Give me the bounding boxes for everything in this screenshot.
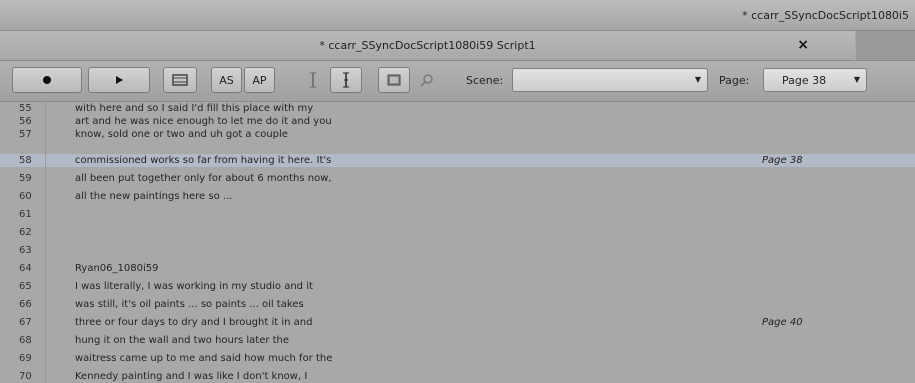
line-text: with here and so I said I'd fill this pl… bbox=[75, 103, 314, 114]
window-title: * ccarr_SSyncDocScript1080i59 Script1 bbox=[319, 39, 536, 52]
page-marker: Page 40 bbox=[762, 317, 803, 328]
line-number-gutter-divider bbox=[45, 102, 46, 383]
line-text: commissioned works so far from having it… bbox=[75, 155, 332, 166]
line-text: three or four days to dry and I brought … bbox=[75, 317, 313, 328]
script-line[interactable]: 69 waitress came up to me and said how m… bbox=[0, 352, 915, 365]
text-cursor-icon bbox=[310, 72, 316, 88]
titlebar-empty-region bbox=[856, 31, 915, 61]
line-number: 65 bbox=[19, 281, 32, 292]
frame-icon bbox=[387, 74, 401, 86]
search-icon bbox=[420, 74, 433, 87]
line-number: 67 bbox=[19, 317, 32, 328]
script-line[interactable]: 62 bbox=[0, 226, 915, 239]
sync-cursor-icon bbox=[343, 72, 349, 88]
line-text: was still, it's oil paints ... so paints… bbox=[75, 299, 304, 310]
play-icon bbox=[116, 76, 123, 84]
line-number: 58 bbox=[19, 155, 32, 166]
cursor-tool-button[interactable] bbox=[298, 67, 328, 93]
close-button[interactable]: × bbox=[797, 37, 809, 53]
line-number: 64 bbox=[19, 263, 32, 274]
script-line[interactable]: 59 all been put together only for about … bbox=[0, 172, 915, 185]
line-text: all the new paintings here so ... bbox=[75, 191, 233, 202]
line-number: 59 bbox=[19, 173, 32, 184]
line-number: 63 bbox=[19, 245, 32, 256]
document-tab-strip: * ccarr_SSyncDocScript1080i5 bbox=[0, 0, 915, 31]
scene-label: Scene: bbox=[466, 74, 504, 87]
line-number: 57 bbox=[19, 129, 32, 140]
script-line[interactable]: 68 hung it on the wall and two hours lat… bbox=[0, 334, 915, 347]
script-line-highlighted[interactable]: 58 commissioned works so far from having… bbox=[0, 154, 915, 167]
record-button[interactable] bbox=[12, 67, 82, 93]
line-text: Kennedy painting and I was like I don't … bbox=[75, 371, 308, 382]
thumbnail-view-button[interactable] bbox=[378, 67, 410, 93]
script-view-button[interactable] bbox=[163, 67, 197, 93]
line-number: 66 bbox=[19, 299, 32, 310]
ap-button[interactable]: AP bbox=[244, 67, 275, 93]
line-number: 55 bbox=[19, 103, 32, 114]
page-marker: Page 38 bbox=[762, 155, 803, 166]
find-button[interactable] bbox=[412, 67, 442, 93]
script-line[interactable]: 65 I was literally, I was working in my … bbox=[0, 280, 915, 293]
play-button[interactable] bbox=[88, 67, 150, 93]
script-line[interactable]: 61 bbox=[0, 208, 915, 221]
script-line[interactable]: 66 was still, it's oil paints ... so pai… bbox=[0, 298, 915, 311]
as-button[interactable]: AS bbox=[211, 67, 242, 93]
page-dropdown[interactable]: Page 38 ▼ bbox=[763, 68, 867, 92]
page-label: Page: bbox=[719, 74, 750, 87]
script-line[interactable]: 67 three or four days to dry and I broug… bbox=[0, 316, 915, 329]
film-strip-icon bbox=[172, 74, 188, 86]
script-line[interactable]: 64 Ryan06_1080i59 bbox=[0, 262, 915, 275]
scene-dropdown[interactable]: ▼ bbox=[512, 68, 708, 92]
line-text: Ryan06_1080i59 bbox=[75, 263, 159, 274]
script-line[interactable]: 60 all the new paintings here so ... bbox=[0, 190, 915, 203]
ap-label: AP bbox=[252, 73, 267, 87]
record-icon bbox=[43, 76, 51, 84]
script-line[interactable]: 63 bbox=[0, 244, 915, 257]
line-text: waitress came up to me and said how much… bbox=[75, 353, 333, 364]
line-number: 69 bbox=[19, 353, 32, 364]
script-line[interactable]: 70 Kennedy painting and I was like I don… bbox=[0, 370, 915, 383]
page-value: Page 38 bbox=[782, 74, 827, 87]
document-tab[interactable]: * ccarr_SSyncDocScript1080i5 bbox=[742, 9, 909, 22]
script-window-titlebar: * ccarr_SSyncDocScript1080i59 Script1 × bbox=[0, 31, 855, 61]
script-line[interactable]: 56 art and he was nice enough to let me … bbox=[0, 115, 915, 128]
chevron-down-icon: ▼ bbox=[694, 75, 701, 84]
script-toolbar: AS AP Scene: ▼ Page: Page 38 ▼ bbox=[0, 61, 915, 102]
script-text-area[interactable]: 55 with here and so I said I'd fill this… bbox=[0, 102, 915, 383]
line-number: 56 bbox=[19, 116, 32, 127]
as-label: AS bbox=[219, 73, 234, 87]
sync-cursor-button[interactable] bbox=[330, 67, 362, 93]
line-number: 61 bbox=[19, 209, 32, 220]
line-text: I was literally, I was working in my stu… bbox=[75, 281, 313, 292]
line-number: 62 bbox=[19, 227, 32, 238]
line-number: 70 bbox=[19, 371, 32, 382]
line-text: know, sold one or two and uh got a coupl… bbox=[75, 129, 288, 140]
chevron-down-icon: ▼ bbox=[853, 75, 860, 84]
script-line[interactable]: 55 with here and so I said I'd fill this… bbox=[0, 102, 915, 115]
script-line[interactable]: 57 know, sold one or two and uh got a co… bbox=[0, 128, 915, 141]
line-text: all been put together only for about 6 m… bbox=[75, 173, 332, 184]
line-number: 60 bbox=[19, 191, 32, 202]
line-number: 68 bbox=[19, 335, 32, 346]
line-text: hung it on the wall and two hours later … bbox=[75, 335, 290, 346]
line-text: art and he was nice enough to let me do … bbox=[75, 116, 332, 127]
